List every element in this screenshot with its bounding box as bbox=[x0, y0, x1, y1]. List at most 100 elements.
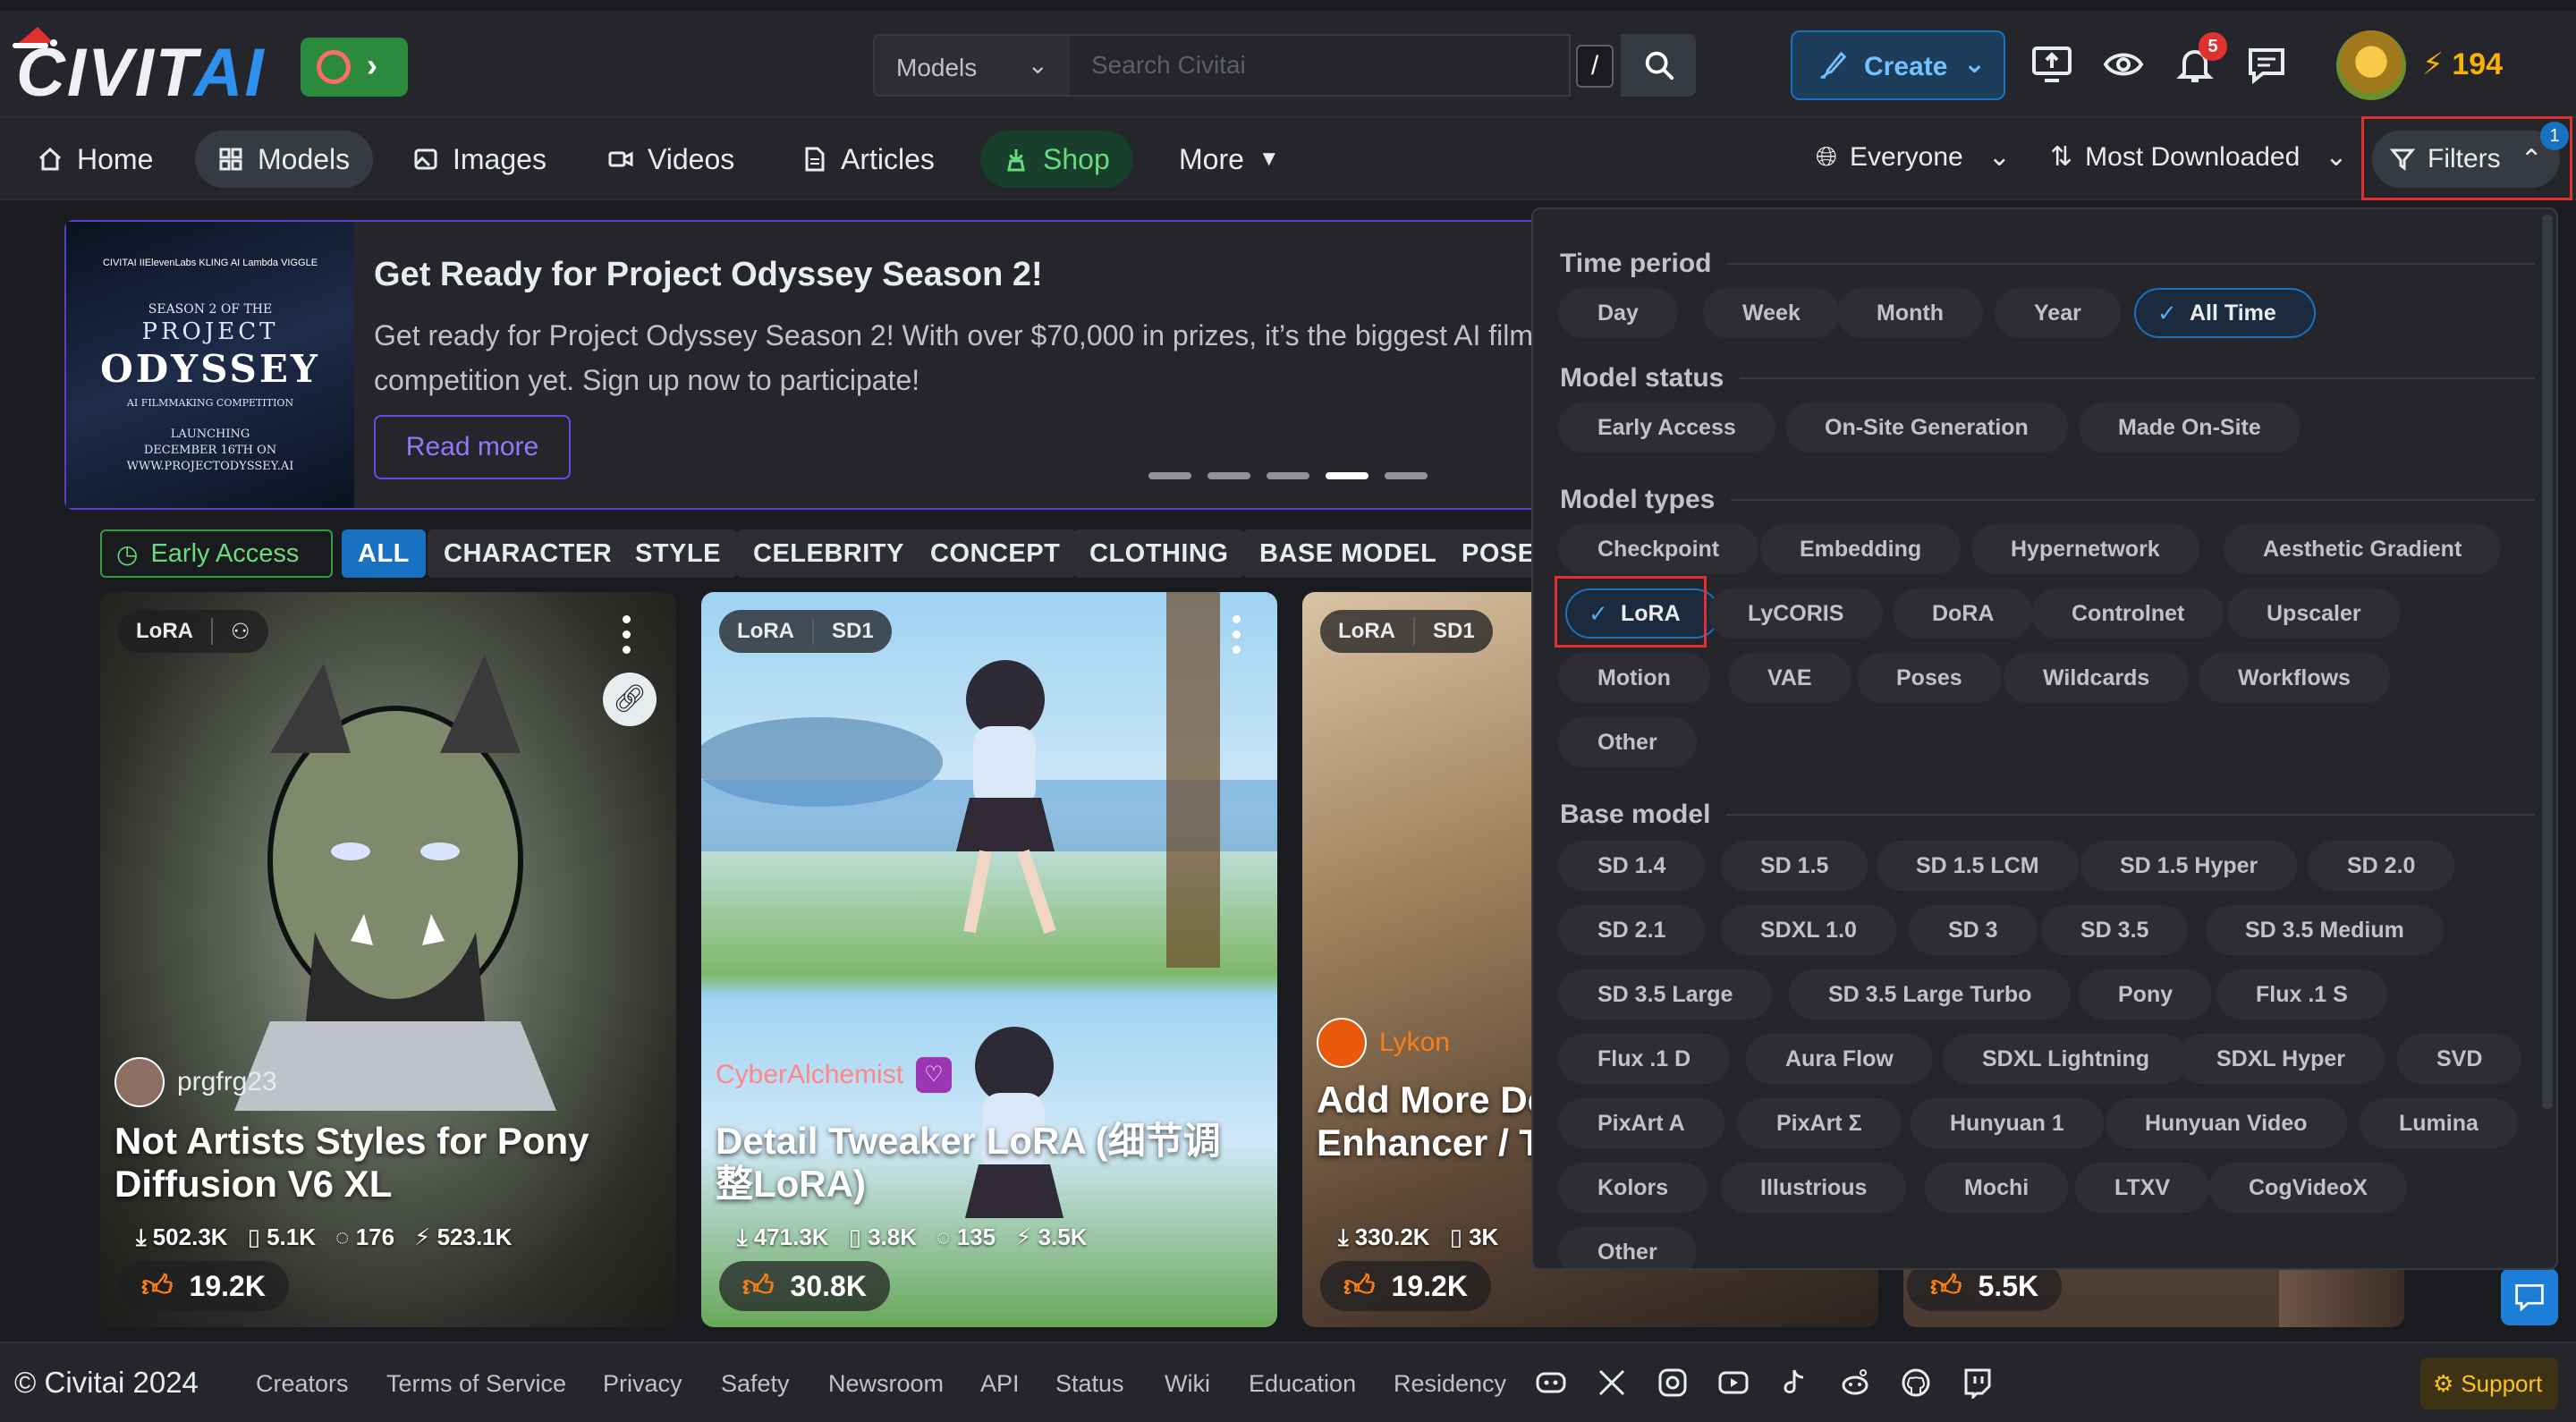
chip-base-sd-3-5-large[interactable]: SD 3.5 Large bbox=[1558, 969, 1773, 1020]
footer-link-safety[interactable]: Safety bbox=[721, 1370, 790, 1398]
chip-type-dora[interactable]: DoRA bbox=[1893, 588, 2034, 639]
chip-status-on-site-generation[interactable]: On-Site Generation bbox=[1785, 402, 2068, 453]
chip-base-flux-1-d[interactable]: Flux .1 D bbox=[1558, 1034, 1731, 1084]
chip-type-workflows[interactable]: Workflows bbox=[2199, 653, 2390, 703]
card-creator[interactable]: CyberAlchemist ♡ bbox=[716, 1057, 953, 1093]
chip-time-day[interactable]: Day bbox=[1558, 288, 1678, 338]
nav-articles[interactable]: Articles bbox=[778, 131, 958, 188]
chip-base-sdxl-hyper[interactable]: SDXL Hyper bbox=[2177, 1034, 2385, 1084]
create-button[interactable]: Create ⌄ bbox=[1791, 30, 2005, 100]
user-avatar[interactable] bbox=[2336, 30, 2406, 100]
footer-link-api[interactable]: API bbox=[980, 1370, 1020, 1398]
chip-base-svd[interactable]: SVD bbox=[2397, 1034, 2522, 1084]
chip-type-upscaler[interactable]: Upscaler bbox=[2227, 588, 2401, 639]
read-more-button[interactable]: Read more bbox=[374, 415, 571, 479]
footer-link-wiki[interactable]: Wiki bbox=[1165, 1370, 1210, 1398]
chip-type-lycoris[interactable]: LyCORIS bbox=[1708, 588, 1884, 639]
card-creator[interactable]: prgfrg23 bbox=[114, 1057, 277, 1107]
twitch-icon[interactable] bbox=[1961, 1367, 1993, 1399]
buzz-balance[interactable]: ⚡ 194 bbox=[2422, 47, 2503, 82]
carousel-dot[interactable] bbox=[1208, 472, 1250, 479]
chip-base-hunyuan-1[interactable]: Hunyuan 1 bbox=[1911, 1098, 2104, 1148]
category-poses[interactable]: POSES bbox=[1445, 529, 1538, 578]
footer-link-newsroom[interactable]: Newsroom bbox=[828, 1370, 944, 1398]
chip-base-lumina[interactable]: Lumina bbox=[2360, 1098, 2518, 1148]
chip-base-flux-1-s[interactable]: Flux .1 S bbox=[2216, 969, 2387, 1020]
chip-base-pony[interactable]: Pony bbox=[2079, 969, 2213, 1020]
card-menu-button[interactable] bbox=[623, 615, 631, 661]
chip-base-sd-2-1[interactable]: SD 2.1 bbox=[1558, 905, 1706, 955]
chip-type-checkpoint[interactable]: Checkpoint bbox=[1558, 524, 1759, 574]
footer-link-residency[interactable]: Residency bbox=[1394, 1370, 1506, 1398]
carousel-dot[interactable] bbox=[1267, 472, 1309, 479]
footer-link-creators[interactable]: Creators bbox=[256, 1370, 349, 1398]
chip-status-made-on-site[interactable]: Made On-Site bbox=[2079, 402, 2301, 453]
carousel-dot[interactable] bbox=[1385, 472, 1428, 479]
chip-base-ltxv[interactable]: LTXV bbox=[2075, 1163, 2210, 1213]
chip-base-mochi[interactable]: Mochi bbox=[1925, 1163, 2069, 1213]
chip-type-vae[interactable]: VAE bbox=[1728, 653, 1852, 703]
category-celebrity[interactable]: CELEBRITY bbox=[737, 529, 920, 578]
eye-icon[interactable] bbox=[2102, 43, 2145, 86]
card-title[interactable]: Detail Tweaker LoRA (细节调整LoRA) bbox=[716, 1120, 1252, 1206]
chip-base-sd-1-5[interactable]: SD 1.5 bbox=[1721, 841, 1868, 891]
monitor-upload-icon[interactable] bbox=[2030, 43, 2073, 86]
footer-link-privacy[interactable]: Privacy bbox=[603, 1370, 682, 1398]
footer-link-education[interactable]: Education bbox=[1249, 1370, 1356, 1398]
category-all[interactable]: ALL bbox=[342, 529, 426, 578]
chip-base-sd-3-5[interactable]: SD 3.5 bbox=[2041, 905, 2189, 955]
x-icon[interactable] bbox=[1596, 1367, 1628, 1399]
chip-type-embedding[interactable]: Embedding bbox=[1760, 524, 1962, 574]
category-clothing[interactable]: CLOTHING bbox=[1073, 529, 1245, 578]
chip-type-aesthetic-gradient[interactable]: Aesthetic Gradient bbox=[2224, 524, 2502, 574]
chip-type-other[interactable]: Other bbox=[1558, 717, 1697, 767]
like-button[interactable]: 👍︎ 30.8K bbox=[719, 1261, 890, 1311]
reddit-icon[interactable] bbox=[1839, 1367, 1871, 1399]
category-base-model[interactable]: BASE MODEL bbox=[1243, 529, 1453, 578]
card-creator[interactable]: Lykon bbox=[1317, 1018, 1450, 1068]
chip-base-sd-3[interactable]: SD 3 bbox=[1909, 905, 2038, 955]
nav-images[interactable]: Images bbox=[390, 131, 570, 188]
model-card[interactable]: LoRA SD1 CyberAlchemist ♡ Detail Tweaker L… bbox=[701, 592, 1277, 1327]
category-concept[interactable]: CONCEPT bbox=[914, 529, 1077, 578]
chip-type-wildcards[interactable]: Wildcards bbox=[2004, 653, 2190, 703]
tiktok-icon[interactable] bbox=[1778, 1367, 1810, 1399]
chip-base-aura-flow[interactable]: Aura Flow bbox=[1746, 1034, 1933, 1084]
chat-support-button[interactable] bbox=[2501, 1268, 2558, 1325]
footer-link-terms[interactable]: Terms of Service bbox=[386, 1370, 566, 1398]
early-access-toggle[interactable]: ◷ Early Access bbox=[100, 529, 333, 578]
chat-icon[interactable] bbox=[2245, 43, 2288, 86]
chip-base-illustrious[interactable]: Illustrious bbox=[1721, 1163, 1907, 1213]
search-button[interactable] bbox=[1621, 34, 1696, 97]
discord-icon[interactable] bbox=[1535, 1367, 1567, 1399]
logo-menu-button[interactable]: › bbox=[301, 38, 408, 97]
chip-time-month[interactable]: Month bbox=[1837, 288, 1983, 338]
chip-time-all-time[interactable]: ✓ All Time bbox=[2134, 288, 2316, 338]
card-title[interactable]: Not Artists Styles for Pony Diffusion V6… bbox=[114, 1120, 651, 1206]
chip-type-hypernetwork[interactable]: Hypernetwork bbox=[1971, 524, 2199, 574]
support-button[interactable]: ⚙︎ Support bbox=[2420, 1358, 2558, 1409]
youtube-icon[interactable] bbox=[1717, 1367, 1750, 1399]
chip-base-pixart-sigma[interactable]: PixArt Σ bbox=[1737, 1098, 1902, 1148]
chip-base-sd-1-5-hyper[interactable]: SD 1.5 Hyper bbox=[2080, 841, 2298, 891]
carousel-dot[interactable] bbox=[1148, 472, 1191, 479]
github-icon[interactable] bbox=[1900, 1367, 1932, 1399]
chip-base-hunyuan-video[interactable]: Hunyuan Video bbox=[2106, 1098, 2347, 1148]
chip-base-sdxl-lightning[interactable]: SDXL Lightning bbox=[1943, 1034, 2190, 1084]
chip-base-sd-1-4[interactable]: SD 1.4 bbox=[1558, 841, 1706, 891]
filters-scrollbar[interactable] bbox=[2542, 215, 2553, 1109]
chip-base-cogvideox[interactable]: CogVideoX bbox=[2209, 1163, 2407, 1213]
model-card[interactable]: LoRA ⚇ 🔗︎ prgfrg23 Not Artists Styles for… bbox=[100, 592, 676, 1327]
chip-base-sd-1-5-lcm[interactable]: SD 1.5 LCM bbox=[1877, 841, 2079, 891]
footer-link-status[interactable]: Status bbox=[1055, 1370, 1124, 1398]
chip-type-poses[interactable]: Poses bbox=[1857, 653, 2002, 703]
carousel-dot-active[interactable] bbox=[1326, 472, 1368, 479]
chip-time-week[interactable]: Week bbox=[1703, 288, 1840, 338]
nav-shop[interactable]: Shop bbox=[980, 131, 1133, 188]
search-category-select[interactable]: Models ⌄ bbox=[873, 34, 1072, 97]
nav-more[interactable]: More ▼ bbox=[1156, 131, 1303, 188]
chip-type-controlnet[interactable]: Controlnet bbox=[2032, 588, 2224, 639]
nav-home[interactable]: Home bbox=[14, 131, 176, 188]
chip-base-sd-2-0[interactable]: SD 2.0 bbox=[2308, 841, 2455, 891]
search-input[interactable] bbox=[1070, 34, 1571, 97]
